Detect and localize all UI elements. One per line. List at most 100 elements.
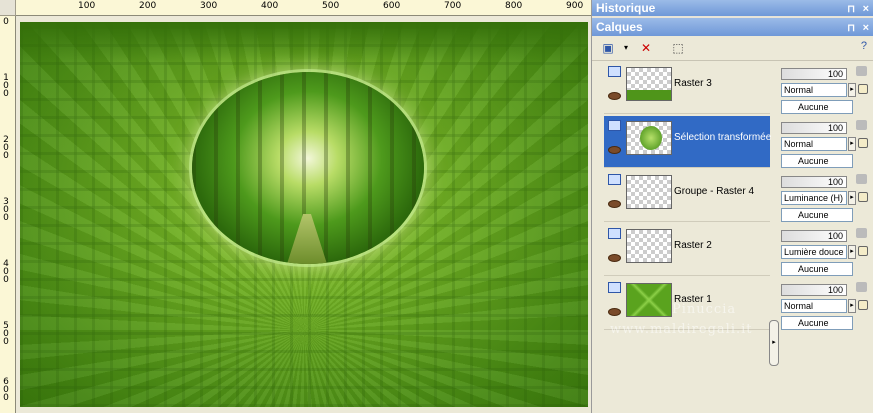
group-link-select[interactable]: Aucune bbox=[781, 100, 853, 114]
layer-row[interactable]: Raster 2 bbox=[604, 224, 770, 276]
image-canvas[interactable] bbox=[20, 22, 588, 407]
close-icon[interactable]: × bbox=[863, 19, 869, 37]
layer-name: Raster 2 bbox=[674, 240, 712, 251]
ruler-top-label: 200 bbox=[139, 1, 157, 11]
image-workspace: 100 200 300 400 500 600 700 800 900 0 1 … bbox=[0, 0, 592, 413]
ruler-top-label: 100 bbox=[78, 1, 96, 11]
visibility-toggle-icon[interactable] bbox=[856, 66, 867, 76]
layer-type-icon bbox=[608, 120, 621, 131]
blend-mode-select[interactable]: Normal bbox=[781, 299, 847, 313]
watermark-signature: Pinuccia bbox=[672, 302, 737, 317]
lock-icon[interactable] bbox=[858, 192, 868, 202]
ruler-top-label: 300 bbox=[200, 1, 218, 11]
vertical-ruler: 0 1 0 0 2 0 0 3 0 0 4 0 0 5 0 0 6 0 0 bbox=[0, 16, 16, 413]
group-link-select[interactable]: Aucune bbox=[781, 262, 853, 276]
history-title: Historique bbox=[596, 1, 656, 15]
lock-icon[interactable] bbox=[858, 84, 868, 94]
layer-thumbnail bbox=[626, 175, 672, 209]
ruler-top-label: 800 bbox=[505, 1, 523, 11]
group-link-select[interactable]: Aucune bbox=[781, 154, 853, 168]
help-icon[interactable]: ? bbox=[861, 40, 867, 52]
visibility-toggle-icon[interactable] bbox=[856, 174, 867, 184]
blend-mode-select[interactable]: Normal bbox=[781, 83, 847, 97]
eye-icon[interactable] bbox=[608, 146, 621, 154]
chevron-down-icon[interactable]: ▾ bbox=[616, 39, 636, 57]
visibility-toggle-icon[interactable] bbox=[856, 228, 867, 238]
canvas-shade bbox=[20, 22, 588, 62]
ruler-top-label: 600 bbox=[383, 1, 401, 11]
chevron-right-icon[interactable]: ▸ bbox=[848, 245, 856, 259]
eye-icon[interactable] bbox=[608, 92, 621, 100]
delete-layer-icon[interactable]: ✕ bbox=[636, 39, 656, 57]
chevron-right-icon[interactable]: ▸ bbox=[848, 137, 856, 151]
forest-orb bbox=[192, 72, 424, 264]
layer-type-icon bbox=[608, 282, 621, 293]
ruler-left-label: 5 0 0 bbox=[3, 321, 9, 347]
layer-thumbnail bbox=[626, 121, 672, 155]
ruler-top-label: 500 bbox=[322, 1, 340, 11]
layer-props: 100 Luminance (H) ▸ ⚲ Aucune bbox=[778, 172, 873, 224]
horizontal-ruler: 100 200 300 400 500 600 700 800 900 bbox=[16, 0, 591, 16]
lock-icon[interactable] bbox=[858, 300, 868, 310]
layer-properties: 100 Normal ▸ ⚲ Aucune 100 Normal ▸ ⚲ Auc… bbox=[778, 62, 873, 413]
close-icon[interactable]: × bbox=[863, 1, 869, 17]
chevron-right-icon[interactable]: ▸ bbox=[848, 83, 856, 97]
visibility-toggle-icon[interactable] bbox=[856, 282, 867, 292]
layer-name: Groupe - Raster 4 bbox=[674, 186, 755, 197]
ruler-left-label: 3 0 0 bbox=[3, 197, 9, 223]
layer-row-selected[interactable]: Sélection transformée bbox=[604, 116, 772, 168]
ruler-left-label: 6 0 0 bbox=[3, 377, 9, 403]
layer-props: 100 Normal ▸ ⚲ Aucune bbox=[778, 64, 873, 116]
layer-name: Raster 3 bbox=[674, 78, 712, 89]
layer-name: Sélection transformée bbox=[674, 132, 772, 143]
chevron-right-icon[interactable]: ▸ bbox=[848, 299, 856, 313]
history-panel-bar[interactable]: Historique ⊓ × bbox=[592, 0, 873, 16]
chevron-right-icon[interactable]: ▸ bbox=[848, 191, 856, 205]
group-link-select[interactable]: Aucune bbox=[781, 316, 853, 330]
layers-title: Calques bbox=[596, 20, 643, 34]
edit-selection-icon[interactable]: ⬚ bbox=[668, 39, 688, 57]
layer-type-icon bbox=[608, 66, 621, 77]
blend-mode-select[interactable]: Lumière douce bbox=[781, 245, 847, 259]
eye-icon[interactable] bbox=[608, 200, 621, 208]
ruler-top-label: 900 bbox=[566, 1, 584, 11]
visibility-toggle-icon[interactable] bbox=[856, 120, 867, 130]
layer-props: 100 Normal ▸ ⚲ Aucune bbox=[778, 280, 873, 332]
layer-list: Raster 3 Sélection transformée Groupe - … bbox=[594, 62, 779, 413]
ruler-top-label: 400 bbox=[261, 1, 279, 11]
watermark: Pinuccia www.maldiregali.it bbox=[610, 302, 753, 337]
ruler-left-label: 2 0 0 bbox=[3, 135, 9, 161]
layer-type-icon bbox=[608, 228, 621, 239]
layers-panel-bar[interactable]: Calques ⊓ × bbox=[592, 18, 873, 36]
ruler-left-label: 0 bbox=[3, 17, 9, 27]
blend-mode-select[interactable]: Normal bbox=[781, 137, 847, 151]
layer-thumbnail bbox=[626, 67, 672, 101]
opacity-slider[interactable]: 100 bbox=[781, 68, 847, 80]
opacity-slider[interactable]: 100 bbox=[781, 230, 847, 242]
layers-panel: ▣ ▾ ✕ ⬚ ? Raster 3 Sélection transformée… bbox=[592, 36, 873, 413]
layer-thumbnail bbox=[626, 283, 672, 317]
lock-icon[interactable] bbox=[858, 246, 868, 256]
ruler-top-label: 700 bbox=[444, 1, 462, 11]
layer-thumbnail bbox=[626, 229, 672, 263]
eye-icon[interactable] bbox=[608, 254, 621, 262]
ruler-left-label: 1 0 0 bbox=[3, 73, 9, 99]
new-layer-icon[interactable]: ▣ bbox=[598, 39, 618, 57]
opacity-slider[interactable]: 100 bbox=[781, 176, 847, 188]
blend-mode-select[interactable]: Luminance (H) bbox=[781, 191, 847, 205]
opacity-slider[interactable]: 100 bbox=[781, 284, 847, 296]
layer-row[interactable]: Groupe - Raster 4 bbox=[604, 170, 770, 222]
watermark-url: www.maldiregali.it bbox=[610, 322, 753, 337]
layer-row[interactable]: Raster 3 bbox=[604, 62, 770, 114]
layers-toolbar: ▣ ▾ ✕ ⬚ ? bbox=[592, 36, 873, 61]
layer-props: 100 Normal ▸ ⚲ Aucune bbox=[778, 118, 873, 170]
pin-icon[interactable]: ⊓ bbox=[847, 2, 855, 18]
eye-icon[interactable] bbox=[608, 308, 621, 316]
ruler-left-label: 4 0 0 bbox=[3, 259, 9, 285]
layer-type-icon bbox=[608, 174, 621, 185]
layer-props: 100 Lumière douce ▸ ⚲ Aucune bbox=[778, 226, 873, 278]
ruler-corner bbox=[0, 0, 16, 16]
opacity-slider[interactable]: 100 bbox=[781, 122, 847, 134]
lock-icon[interactable] bbox=[858, 138, 868, 148]
group-link-select[interactable]: Aucune bbox=[781, 208, 853, 222]
